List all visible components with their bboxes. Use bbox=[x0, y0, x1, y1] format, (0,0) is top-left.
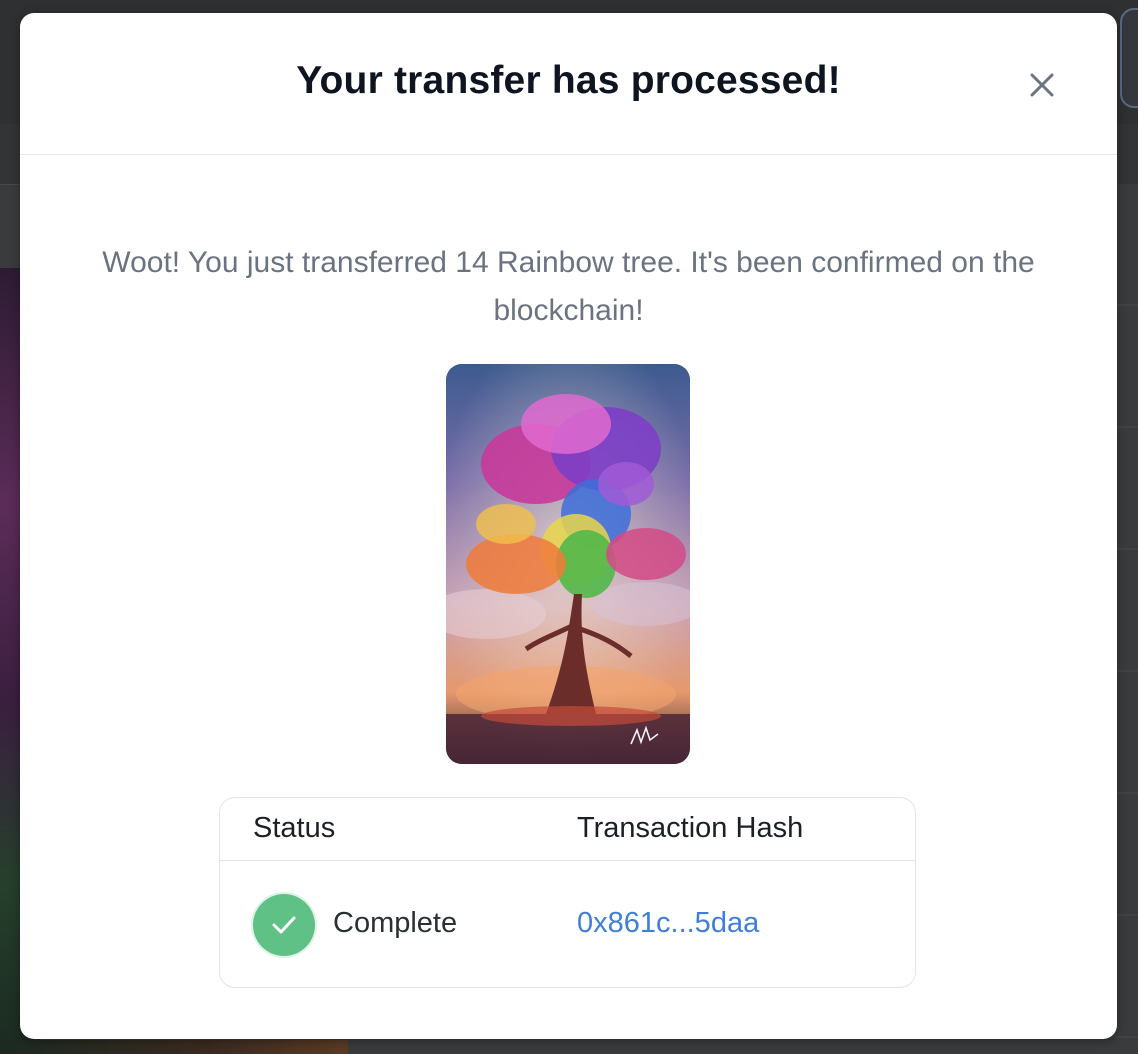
background-header-button bbox=[1120, 8, 1138, 108]
close-button[interactable] bbox=[1022, 65, 1062, 105]
close-icon bbox=[1030, 73, 1054, 97]
status-value: Complete bbox=[333, 907, 458, 939]
transaction-row: Complete 0x861c...5daa bbox=[220, 861, 915, 989]
modal-header: Your transfer has processed! bbox=[20, 13, 1117, 155]
transfer-success-modal: Your transfer has processed! Woot! You j… bbox=[20, 13, 1117, 1039]
transaction-table: Status Transaction Hash Complete 0x861c.… bbox=[219, 797, 916, 988]
transfer-message: Woot! You just transferred 14 Rainbow tr… bbox=[102, 246, 1035, 327]
status-column-header: Status bbox=[253, 812, 336, 844]
transaction-hash-link[interactable]: 0x861c...5daa bbox=[577, 907, 759, 940]
transaction-table-header: Status Transaction Hash bbox=[220, 798, 915, 861]
check-circle-icon bbox=[253, 894, 315, 956]
modal-title: Your transfer has processed! bbox=[296, 59, 841, 102]
transaction-hash-column-header: Transaction Hash bbox=[577, 812, 804, 844]
background-list-edge bbox=[1116, 184, 1138, 1044]
background-artwork-strip bbox=[0, 1040, 348, 1054]
nft-artwork-image bbox=[446, 364, 690, 764]
